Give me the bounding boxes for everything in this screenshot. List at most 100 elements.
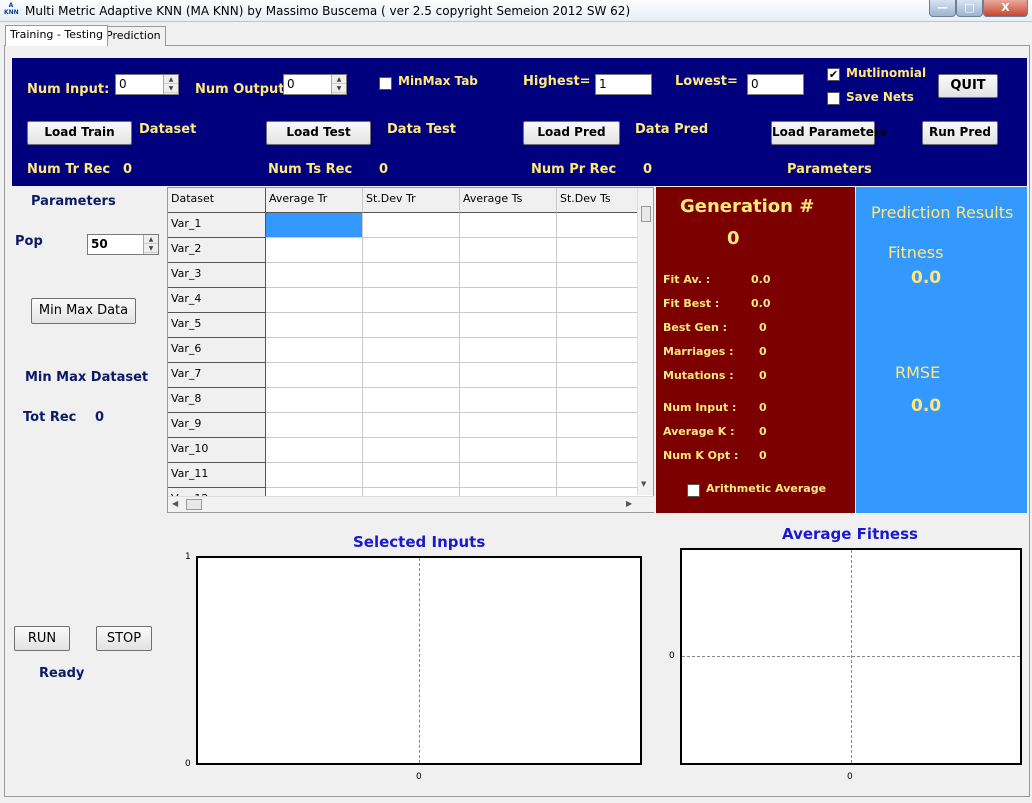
multinomial-checkbox[interactable]: ✔ [827,68,840,81]
close-button[interactable]: X [983,0,1028,17]
spin-down-icon[interactable]: ▼ [144,244,158,253]
parameters-header-label: Parameters [787,162,872,177]
grid-cell[interactable] [460,388,557,413]
grid-cell[interactable] [460,413,557,438]
grid-row-header[interactable]: Var_7 [168,363,266,388]
grid-cell[interactable] [266,388,363,413]
load-test-button[interactable]: Load Test [266,121,371,145]
tot-rec-label: Tot Rec [23,410,77,425]
grid-row-header[interactable]: Var_8 [168,388,266,413]
grid-cell[interactable] [266,363,363,388]
grid-cell[interactable] [460,288,557,313]
grid-row-header[interactable]: Var_1 [168,213,266,238]
grid-cell[interactable] [266,413,363,438]
num-output-value: 0 [287,77,295,91]
spin-down-icon[interactable]: ▼ [332,84,346,93]
spin-up-icon[interactable]: ▲ [164,75,178,84]
save-nets-checkbox[interactable] [827,92,840,105]
grid-cell[interactable] [460,263,557,288]
grid-cell[interactable] [266,313,363,338]
grid-cell[interactable] [460,463,557,488]
arithmetic-average-checkbox[interactable] [687,484,700,497]
grid-cell[interactable] [363,213,460,238]
grid-vertical-scrollbar[interactable]: ▼ [637,188,653,495]
grid-row-header[interactable]: Var_11 [168,463,266,488]
grid-cell[interactable] [363,338,460,363]
run-button[interactable]: RUN [14,626,70,651]
grid-cell[interactable] [363,438,460,463]
parameters-title: Parameters [31,194,116,209]
run-pred-button[interactable]: Run Pred [922,121,998,145]
scroll-down-icon[interactable]: ▼ [641,480,646,488]
chart-gridline [682,656,1020,657]
tab-training-testing[interactable]: Training - Testing [5,25,109,46]
grid-cell[interactable] [460,363,557,388]
grid-header-dataset[interactable]: Dataset [168,188,266,213]
grid-cell[interactable] [363,238,460,263]
grid-horizontal-scrollbar[interactable]: ◀ ▶ [168,496,654,512]
y-tick-label: 0 [185,759,191,769]
grid-cell[interactable] [363,463,460,488]
grid-row-header[interactable]: Var_5 [168,313,266,338]
scroll-thumb[interactable] [186,499,202,510]
scroll-thumb[interactable] [641,206,651,222]
grid-cell[interactable] [363,288,460,313]
grid-cell[interactable] [266,338,363,363]
window-title: Multi Metric Adaptive KNN (MA KNN) by Ma… [25,4,631,18]
grid-cell[interactable] [266,263,363,288]
grid-row-header[interactable]: Var_2 [168,238,266,263]
stop-button[interactable]: STOP [96,626,152,651]
grid-row-header[interactable]: Var_10 [168,438,266,463]
quit-button[interactable]: QUIT [938,74,998,98]
grid-cell[interactable] [266,438,363,463]
scroll-right-icon[interactable]: ▶ [626,499,632,508]
grid-cell[interactable] [460,213,557,238]
spin-up-icon[interactable]: ▲ [332,75,346,84]
scroll-left-icon[interactable]: ◀ [172,499,178,508]
highest-input[interactable]: 1 [595,74,652,95]
selected-inputs-title: Selected Inputs [353,533,486,551]
num-output-spinner[interactable]: 0 ▲ ▼ [283,74,347,95]
grid-cell[interactable] [363,413,460,438]
minmax-tab-checkbox[interactable] [379,77,392,90]
grid-cell[interactable] [363,388,460,413]
load-train-button[interactable]: Load Train [27,121,132,145]
min-max-data-button[interactable]: Min Max Data [31,298,136,324]
grid-cell[interactable] [266,213,363,238]
y-tick-label: 1 [185,552,191,562]
grid-header-stdev-tr[interactable]: St.Dev Tr [363,188,460,213]
status-text: Ready [39,666,85,681]
grid-cell[interactable] [363,363,460,388]
chart-gridline [419,558,420,763]
tab-prediction[interactable]: Prediction [101,26,166,46]
data-pred-label: Data Pred [635,122,709,137]
load-pred-button[interactable]: Load Pred [523,121,620,145]
grid-cell[interactable] [363,263,460,288]
maximize-button[interactable]: □ [956,0,983,17]
grid-cell[interactable] [266,238,363,263]
spin-up-icon[interactable]: ▲ [144,235,158,244]
minmax-tab-label: MinMax Tab [398,74,478,88]
fitness-value: 0.0 [911,268,942,288]
grid-row-header[interactable]: Var_9 [168,413,266,438]
spin-down-icon[interactable]: ▼ [164,84,178,93]
grid-cell[interactable] [460,438,557,463]
grid-cell[interactable] [460,313,557,338]
grid-row-header[interactable]: Var_4 [168,288,266,313]
average-fitness-title: Average Fitness [782,525,918,543]
grid-cell[interactable] [460,338,557,363]
grid-header-average-tr[interactable]: Average Tr [266,188,363,213]
dataset-grid[interactable]: Dataset Average Tr St.Dev Tr Average Ts … [167,187,654,513]
num-input-spinner[interactable]: 0 ▲ ▼ [115,74,179,95]
lowest-input[interactable]: 0 [747,74,804,95]
grid-row-header[interactable]: Var_6 [168,338,266,363]
pop-spinner[interactable]: 50 ▲ ▼ [87,234,159,255]
load-parameters-button[interactable]: Load Parameters [771,121,887,145]
grid-cell[interactable] [460,238,557,263]
grid-cell[interactable] [266,288,363,313]
grid-cell[interactable] [363,313,460,338]
grid-row-header[interactable]: Var_3 [168,263,266,288]
minimize-button[interactable]: — [929,0,956,17]
grid-cell[interactable] [266,463,363,488]
grid-header-average-ts[interactable]: Average Ts [460,188,557,213]
